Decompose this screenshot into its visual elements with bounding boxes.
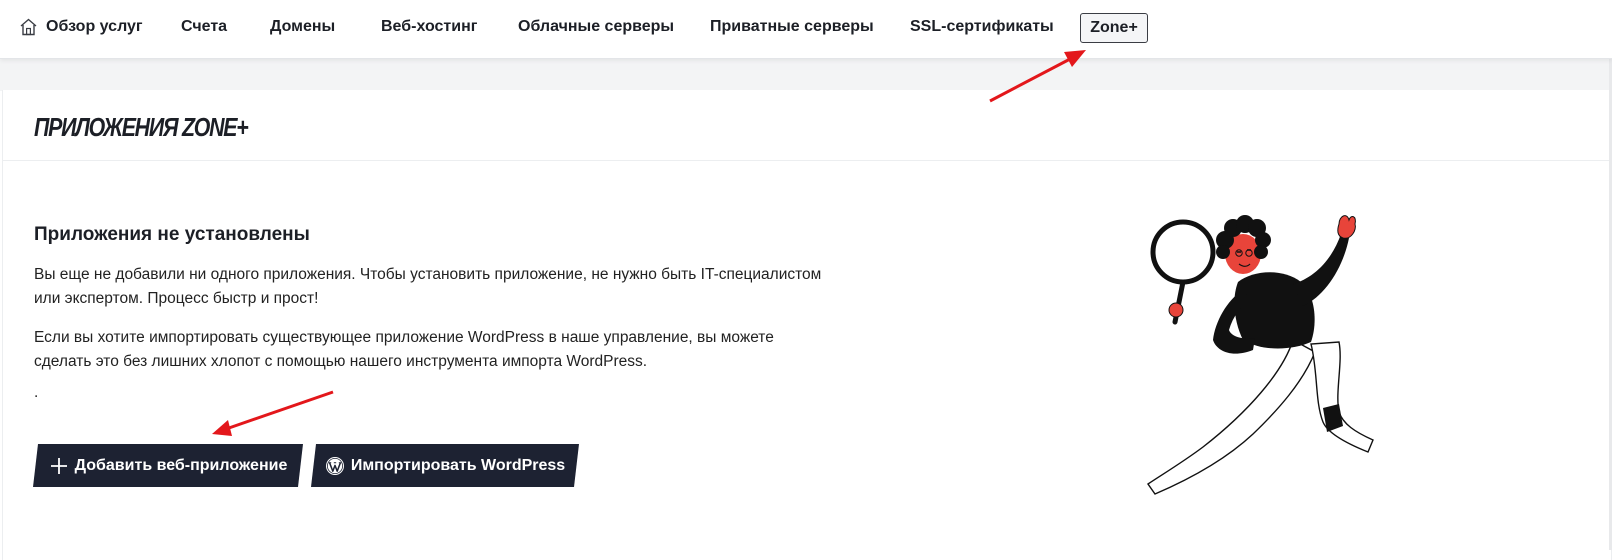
add-web-app-button[interactable]: Добавить веб-приложение [33,444,303,487]
empty-state-description: Вы еще не добавили ни одного приложения.… [34,266,822,307]
card-header: ПРИЛОЖЕНИЯ ZONE+ [3,90,1611,161]
nav-item-ssl-certificates[interactable]: SSL-сертификаты [910,17,1054,37]
nav-item-overview[interactable]: Обзор услуг [19,17,143,37]
add-web-app-label: Добавить веб-приложение [74,456,288,474]
nav-item-private-servers[interactable]: Приватные серверы [710,17,874,37]
nav-item-cloud-servers[interactable]: Облачные серверы [518,17,674,37]
nav-item-label: Обзор услуг [46,18,143,35]
header-band [0,59,1612,91]
nav-item-invoices[interactable]: Счета [181,17,227,37]
wordpress-import-description: Если вы хотите импортировать существующе… [34,329,774,370]
page-title: ПРИЛОЖЕНИЯ ZONE+ [34,112,249,142]
wordpress-icon [325,456,345,476]
nav-item-domains[interactable]: Домены [270,17,335,37]
trailing-dot: . [34,384,39,401]
top-navigation: Обзор услуг Счета Домены Веб-хостинг Обл… [0,0,1612,59]
home-icon [20,18,37,36]
nav-item-web-hosting[interactable]: Веб-хостинг [381,17,477,37]
search-person-illustration [1147,215,1374,495]
import-wordpress-label: Импортировать WordPress [350,456,566,474]
apps-card: ПРИЛОЖЕНИЯ ZONE+ Приложения не установле… [2,90,1612,560]
import-wordpress-button[interactable]: Импортировать WordPress [311,444,579,487]
nav-item-zone-plus[interactable]: Zone+ [1080,13,1148,43]
plus-icon [49,456,69,476]
empty-state-title: Приложения не установлены [34,224,310,245]
